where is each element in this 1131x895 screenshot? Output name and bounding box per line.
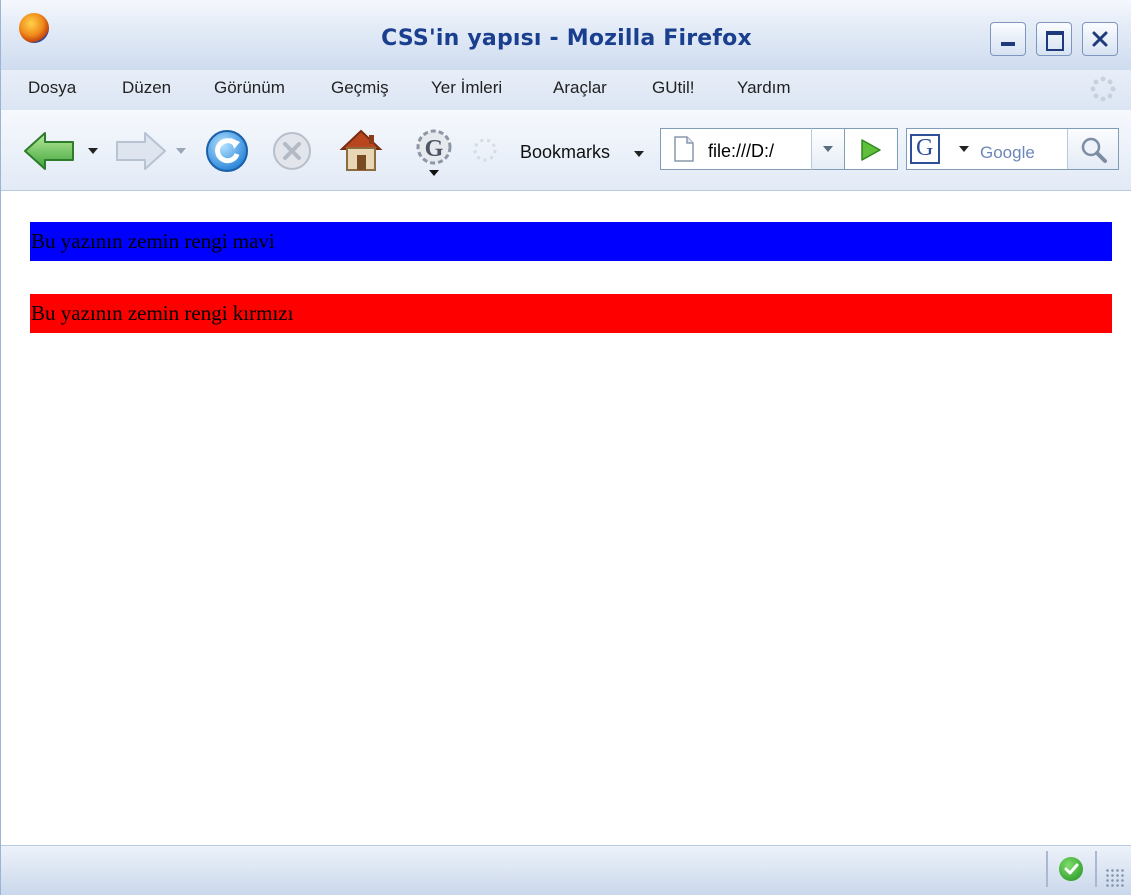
status-ok-icon[interactable] (1059, 857, 1083, 881)
title-bar: CSS'in yapısı - Mozilla Firefox (1, 0, 1131, 71)
status-bar (1, 845, 1131, 895)
forward-arrow-icon (116, 132, 166, 170)
menu-araclar[interactable]: Araçlar (553, 78, 607, 98)
url-input[interactable]: file:///D:/ (708, 141, 774, 162)
gutil-icon[interactable]: G (414, 127, 454, 179)
go-arrow-icon[interactable] (858, 138, 884, 162)
chevron-down-icon (823, 146, 833, 152)
page-icon (674, 136, 694, 162)
bookmarks-button[interactable]: Bookmarks (520, 142, 610, 163)
close-icon (1092, 31, 1108, 47)
menu-yer-imleri[interactable]: Yer İmleri (431, 78, 502, 98)
resize-grip[interactable] (1105, 868, 1125, 888)
menu-dosya[interactable]: Dosya (28, 78, 76, 98)
menu-yardim[interactable]: Yardım (737, 78, 791, 98)
menu-gecmis[interactable]: Geçmiş (331, 78, 389, 98)
browser-window: CSS'in yapısı - Mozilla Firefox Dosya Dü… (0, 0, 1131, 895)
url-history-dropdown[interactable] (811, 128, 845, 170)
svg-text:G: G (425, 136, 444, 162)
minimize-button[interactable] (990, 22, 1026, 56)
checkmark-icon (1064, 863, 1079, 875)
forward-history-dropdown (176, 148, 186, 154)
search-input[interactable]: Google (980, 143, 1035, 163)
window-title: CSS'in yapısı - Mozilla Firefox (381, 26, 752, 51)
close-button[interactable] (1082, 22, 1118, 56)
paragraph-blue-background: Bu yazının zemin rengi mavi (30, 222, 1112, 261)
status-separator (1046, 851, 1048, 887)
reload-icon[interactable] (204, 128, 250, 174)
status-separator (1095, 851, 1097, 887)
search-magnifier-icon (1081, 137, 1107, 163)
loading-throbber-icon (1090, 76, 1116, 102)
paragraph-red-background: Bu yazının zemin rengi kırmızı (30, 294, 1112, 333)
page-content (1, 191, 1131, 845)
google-engine-icon[interactable]: G (910, 134, 940, 164)
bookmarks-dropdown-arrow[interactable] (634, 151, 644, 157)
home-icon[interactable] (338, 127, 384, 173)
stop-icon (273, 132, 311, 170)
back-arrow-icon[interactable] (23, 131, 79, 171)
menu-gorunum[interactable]: Görünüm (214, 78, 285, 98)
search-button[interactable] (1067, 129, 1118, 169)
maximize-button[interactable] (1036, 22, 1072, 56)
back-history-dropdown[interactable] (88, 148, 98, 154)
search-engine-dropdown[interactable] (959, 146, 969, 152)
loading-throbber-icon (473, 138, 497, 162)
menu-duzen[interactable]: Düzen (122, 78, 171, 98)
menu-gutil[interactable]: GUtil! (652, 78, 695, 98)
